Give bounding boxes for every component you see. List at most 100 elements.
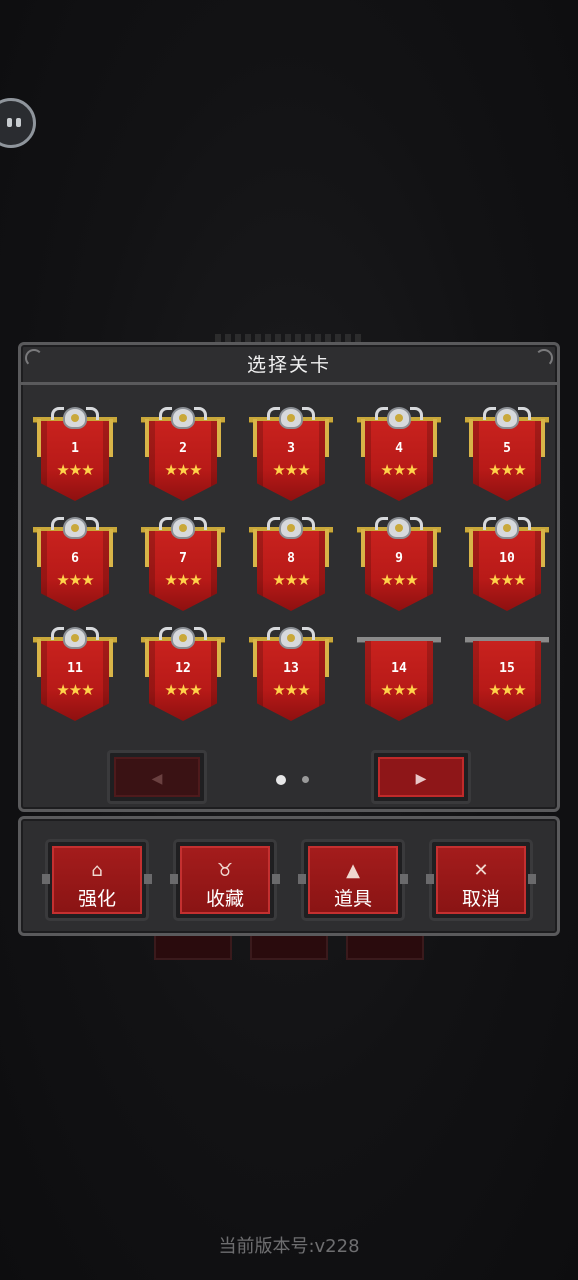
level-number: 7 — [179, 551, 187, 566]
close-icon: ✕ — [473, 860, 489, 881]
tassel-icon — [109, 639, 113, 677]
star-rating: ★★★ — [272, 461, 310, 479]
level-banner[interactable]: 15 ★★★ — [465, 627, 549, 723]
tassel-icon — [325, 529, 329, 567]
horn-icon — [86, 627, 99, 640]
star-rating: ★★★ — [164, 461, 202, 479]
level-number: 5 — [503, 441, 511, 456]
arrow-right-icon: ▶ — [378, 757, 464, 797]
star-rating: ★★★ — [56, 571, 94, 589]
level-banner[interactable]: 3 ★★★ — [249, 407, 333, 503]
tassel-icon — [541, 419, 545, 457]
star-rating: ★★★ — [488, 681, 526, 699]
action-button-2[interactable]: ♉ 收藏 — [170, 839, 280, 921]
level-number: 10 — [499, 551, 515, 566]
page-indicator-active — [276, 775, 286, 785]
level-banner[interactable]: 8 ★★★ — [249, 517, 333, 613]
action-button-1[interactable]: ⌂ 强化 — [42, 839, 152, 921]
skull-emblem-icon — [63, 627, 87, 649]
star-rating: ★★★ — [380, 571, 418, 589]
level-number: 2 — [179, 441, 187, 456]
horn-icon — [194, 627, 207, 640]
prev-page-button[interactable]: ◀ — [107, 750, 207, 804]
upgrade-icon: ⌂ — [91, 860, 103, 881]
button-clip — [400, 874, 408, 884]
skull-emblem-icon — [495, 517, 519, 539]
level-banner[interactable]: 14 ★★★ — [357, 627, 441, 723]
tassel-icon — [325, 419, 329, 457]
horn-icon — [302, 407, 315, 420]
star-rating: ★★★ — [272, 571, 310, 589]
tassel-icon — [217, 639, 221, 677]
button-clip — [528, 874, 536, 884]
level-banner[interactable]: 6 ★★★ — [33, 517, 117, 613]
level-number: 8 — [287, 551, 295, 566]
tassel-icon — [433, 419, 437, 457]
button-clip — [144, 874, 152, 884]
level-number: 1 — [71, 441, 79, 456]
eye-icon — [7, 118, 12, 127]
level-banner[interactable]: 4 ★★★ — [357, 407, 441, 503]
tassel-icon — [109, 419, 113, 457]
button-face: ✕ 取消 — [436, 846, 526, 914]
level-banner[interactable]: 10 ★★★ — [465, 517, 549, 613]
star-rating: ★★★ — [56, 681, 94, 699]
next-page-button[interactable]: ▶ — [371, 750, 471, 804]
action-button-4[interactable]: ✕ 取消 — [426, 839, 536, 921]
star-rating: ★★★ — [380, 681, 418, 699]
skull-emblem-icon — [387, 517, 411, 539]
level-banner[interactable]: 7 ★★★ — [141, 517, 225, 613]
action-label: 取消 — [461, 888, 500, 910]
level-banner[interactable]: 2 ★★★ — [141, 407, 225, 503]
button-face: ⌂ 强化 — [52, 846, 142, 914]
tassel-icon — [109, 529, 113, 567]
star-rating: ★★★ — [380, 461, 418, 479]
horn-icon — [410, 517, 423, 530]
action-bar: ⌂ 强化 ♉ 收藏 ▲ 道具 ✕ 取消 — [18, 816, 560, 936]
skull-emblem-icon — [171, 627, 195, 649]
star-rating: ★★★ — [272, 681, 310, 699]
level-banner[interactable]: 12 ★★★ — [141, 627, 225, 723]
star-rating: ★★★ — [488, 461, 526, 479]
button-face: ♉ 收藏 — [180, 846, 270, 914]
skull-emblem-icon — [279, 407, 303, 429]
action-label: 强化 — [77, 888, 116, 910]
level-select-dialog: 选择关卡 1 ★★★ 2 ★★★ 3 ★★★ 4 ★★★ 5 ★★★ 6 ★★★ 7 ★★★ 8 ★★★ 9 ★★… — [18, 342, 560, 812]
potion-icon: ▲ — [346, 860, 360, 881]
star-rating: ★★★ — [56, 461, 94, 479]
button-clip — [170, 874, 178, 884]
skull-emblem-icon — [171, 407, 195, 429]
action-label: 道具 — [333, 888, 372, 910]
trophy-icon: ♉ — [216, 860, 234, 881]
level-banner[interactable]: 1 ★★★ — [33, 407, 117, 503]
level-number: 12 — [175, 661, 191, 676]
level-number: 13 — [283, 661, 299, 676]
skull-emblem-icon — [63, 517, 87, 539]
corner-ornament-icon — [535, 349, 553, 367]
level-number: 4 — [395, 441, 403, 456]
star-rating: ★★★ — [488, 571, 526, 589]
level-banner[interactable]: 13 ★★★ — [249, 627, 333, 723]
skull-emblem-icon — [387, 407, 411, 429]
horn-icon — [86, 407, 99, 420]
level-banner[interactable]: 5 ★★★ — [465, 407, 549, 503]
tassel-icon — [217, 529, 221, 567]
button-clip — [272, 874, 280, 884]
horn-icon — [410, 407, 423, 420]
tassel-icon — [217, 419, 221, 457]
skull-emblem-icon — [279, 517, 303, 539]
level-banner[interactable]: 11 ★★★ — [33, 627, 117, 723]
eye-icon — [16, 118, 21, 127]
level-number: 6 — [71, 551, 79, 566]
horn-icon — [194, 517, 207, 530]
button-clip — [426, 874, 434, 884]
tassel-icon — [541, 529, 545, 567]
version-label: 当前版本号:v228 — [218, 1236, 360, 1257]
action-label: 收藏 — [205, 888, 244, 910]
action-button-3[interactable]: ▲ 道具 — [298, 839, 408, 921]
star-rating: ★★★ — [164, 571, 202, 589]
level-banner[interactable]: 9 ★★★ — [357, 517, 441, 613]
arrow-left-icon: ◀ — [114, 757, 200, 797]
button-clip — [298, 874, 306, 884]
level-number: 3 — [287, 441, 295, 456]
